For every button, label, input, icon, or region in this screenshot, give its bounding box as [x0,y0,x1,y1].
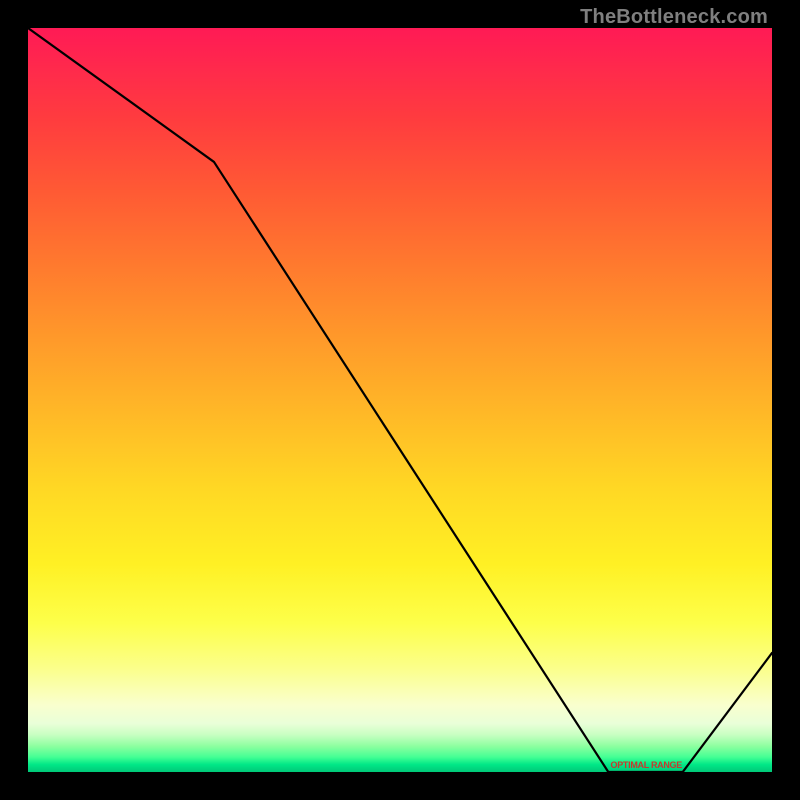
plot-frame: OPTIMAL RANGE [28,28,772,772]
curve-polyline [28,28,772,772]
watermark-text: TheBottleneck.com [580,6,768,29]
bottleneck-curve [28,28,772,772]
optimal-range-label: OPTIMAL RANGE [611,760,682,770]
plot-area: OPTIMAL RANGE [28,28,772,772]
